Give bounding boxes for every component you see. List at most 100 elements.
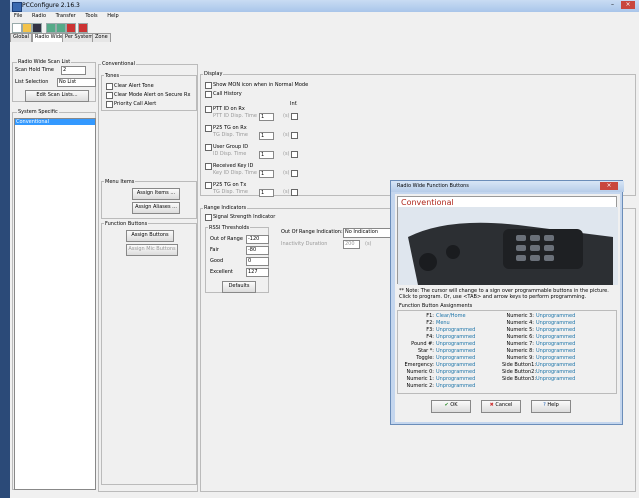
received-key-input[interactable]: 1 <box>259 170 274 178</box>
assignment-value: Unprogrammed <box>536 313 576 319</box>
ptt-id-checkbox[interactable] <box>205 106 212 113</box>
p25-tg-tx-inf-checkbox[interactable] <box>291 189 298 196</box>
fair-input[interactable]: -80 <box>246 246 269 255</box>
save-icon[interactable] <box>32 23 42 33</box>
assignment-row: Numeric 4: Unprogrammed <box>502 320 575 326</box>
new-icon[interactable] <box>12 23 22 33</box>
menu-help[interactable]: Help <box>107 13 118 19</box>
tab-zone[interactable]: Zone <box>92 33 111 42</box>
inactivity-duration-input[interactable]: 200 <box>343 240 360 249</box>
p25-tg-rx-checkbox[interactable] <box>205 125 212 132</box>
list-selection-label: List Selection <box>15 79 49 85</box>
assignment-row: Numeric 2: Unprogrammed <box>402 383 475 389</box>
show-mon-checkbox[interactable] <box>205 82 212 89</box>
assignment-value: Unprogrammed <box>436 362 476 368</box>
scan-hold-time-label: Scan Hold Time <box>15 67 54 73</box>
cancel-button[interactable]: ✖ Cancel <box>481 400 521 413</box>
tab-radio-wide[interactable]: Radio Wide <box>32 33 67 42</box>
assignment-row: Numeric 8: Unprogrammed <box>502 348 575 354</box>
system-specific-group: System Specific Conventional <box>12 109 96 490</box>
out-of-range-input[interactable]: -120 <box>246 235 269 244</box>
clear-alert-checkbox[interactable] <box>106 83 113 90</box>
display-label: Display <box>203 71 224 77</box>
toolbar <box>10 22 639 33</box>
assignment-row: Pound #: Unprogrammed <box>402 341 475 347</box>
assignment-value: Clear/Home <box>436 313 466 319</box>
received-key-inf-checkbox[interactable] <box>291 170 298 177</box>
assignment-value: Unprogrammed <box>436 334 476 340</box>
record-icon[interactable] <box>66 23 76 33</box>
call-history-checkbox[interactable] <box>205 91 212 98</box>
clear-mode-alert-checkbox[interactable] <box>106 92 113 99</box>
user-group-inf-checkbox[interactable] <box>291 151 298 158</box>
p25-tg-tx-input[interactable]: 1 <box>259 189 274 197</box>
stop-icon[interactable] <box>78 23 88 33</box>
conventional-group: Conventional Tones Clear Alert Tone Clea… <box>98 61 198 492</box>
system-list[interactable]: Conventional <box>14 118 96 490</box>
received-key-label: Received Key ID <box>213 163 254 169</box>
radio-picture[interactable]: Conventional <box>397 196 618 285</box>
assignment-key: Numeric 9: <box>506 355 534 361</box>
ok-button[interactable]: ✔ OK <box>431 400 471 413</box>
p25-tg-rx-input[interactable]: 1 <box>259 132 274 140</box>
assignment-row: Side Button2:Unprogrammed <box>502 369 575 375</box>
assignment-key: Numeric 6: <box>506 334 534 340</box>
assignment-row: F4: Unprogrammed <box>402 334 475 340</box>
p25-tg-rx-inf-checkbox[interactable] <box>291 132 298 139</box>
open-icon[interactable] <box>22 23 32 33</box>
user-group-input[interactable]: 1 <box>259 151 274 159</box>
ptt-disp-input[interactable]: 1 <box>259 113 274 121</box>
assignment-key: Side Button3: <box>502 376 537 382</box>
assign-buttons-button[interactable]: Assign Buttons <box>126 230 174 242</box>
minimize-icon[interactable]: – <box>611 2 617 8</box>
dialog-close-icon[interactable]: × <box>600 182 618 190</box>
edit-scan-lists-button[interactable]: Edit Scan Lists... <box>25 90 89 102</box>
p25-tg-rx-disp-label: TG Disp. Time <box>213 132 248 138</box>
close-icon[interactable]: × <box>621 1 635 9</box>
window-title: PCConfigure 2.16.3 <box>22 2 80 9</box>
ptt-inf-checkbox[interactable] <box>291 113 298 120</box>
assignment-value: Unprogrammed <box>436 327 476 333</box>
rssi-group: RSSI Thresholds Out of Range -120 Fair -… <box>205 225 269 293</box>
user-group-checkbox[interactable] <box>205 144 212 151</box>
assign-items-button[interactable]: Assign Items ... <box>132 188 180 200</box>
assign-mic-buttons-button[interactable]: Assign Mic Buttons <box>126 244 178 256</box>
defaults-button[interactable]: Defaults <box>222 281 256 293</box>
excellent-input[interactable]: 127 <box>246 268 269 277</box>
menu-radio[interactable]: Radio <box>32 13 46 19</box>
menu-tools[interactable]: Tools <box>85 13 97 19</box>
signal-strength-checkbox[interactable] <box>205 214 212 221</box>
assignments-group: F1: Clear/Home F2: Menu F3: Unprogrammed F4: Un… <box>397 310 617 394</box>
assignment-row: Star *: Unprogrammed <box>402 348 475 354</box>
menu-file[interactable]: File <box>14 13 22 19</box>
list-item[interactable]: Conventional <box>15 119 95 125</box>
assignment-key: Star *: <box>417 348 434 354</box>
p25-tg-tx-unit: (s) <box>283 189 290 195</box>
priority-call-checkbox[interactable] <box>106 101 113 108</box>
help-button[interactable]: ? Help <box>531 400 571 413</box>
menu-transfer[interactable]: Transfer <box>56 13 76 19</box>
good-input[interactable]: 0 <box>246 257 269 266</box>
received-key-unit: (s) <box>283 170 290 176</box>
assignment-value: Unprogrammed <box>436 341 476 347</box>
assignment-value: Unprogrammed <box>536 355 576 361</box>
received-key-checkbox[interactable] <box>205 163 212 170</box>
assignment-row: F2: Menu <box>402 320 449 326</box>
inactivity-duration-label: Inactivity Duration <box>281 241 328 247</box>
p25-tg-tx-disp-label: TG Disp. Time <box>213 189 248 195</box>
list-selection-select[interactable]: No List <box>57 78 96 87</box>
out-of-range-label: Out of Range <box>210 236 243 242</box>
scan-list-label: Radio Wide Scan List <box>17 59 72 65</box>
priority-call-label: Priority Call Alert <box>114 101 157 107</box>
clear-mode-alert-label: Clear Mode Alert on Secure Rx <box>114 92 191 98</box>
write-radio-icon[interactable] <box>56 23 66 33</box>
scan-list-group: Radio Wide Scan List Scan Hold Time 2 Li… <box>12 59 96 102</box>
tab-global[interactable]: Global <box>10 33 32 42</box>
read-radio-icon[interactable] <box>46 23 56 33</box>
p25-tg-tx-checkbox[interactable] <box>205 182 212 189</box>
x-icon: ✖ <box>489 402 494 408</box>
assignment-row: Side Button3:Unprogrammed <box>502 376 575 382</box>
scan-hold-time-input[interactable]: 2 <box>61 66 86 75</box>
clear-alert-label: Clear Alert Tone <box>114 83 154 89</box>
assign-aliases-button[interactable]: Assign Aliases ... <box>132 202 180 214</box>
